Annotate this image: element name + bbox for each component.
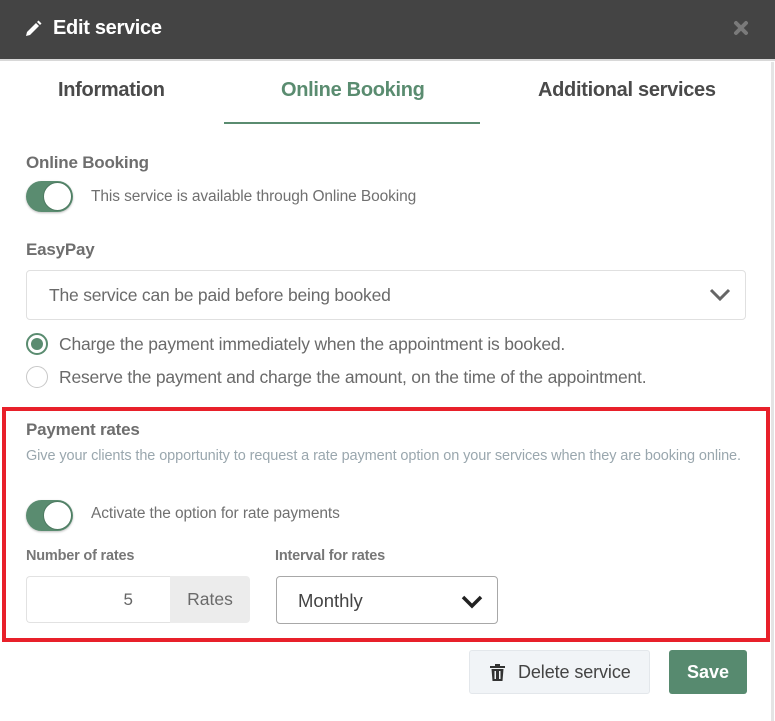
tab-online-booking[interactable]: Online Booking xyxy=(281,79,425,102)
tab-information[interactable]: Information xyxy=(58,79,165,102)
rate-payments-toggle-text: Activate the option for rate payments xyxy=(91,505,340,522)
pencil-icon xyxy=(26,20,42,36)
tab-bar: Information Online Booking Additional se… xyxy=(0,62,770,126)
toggle-knob xyxy=(43,501,72,530)
scrollbar[interactable] xyxy=(771,62,774,721)
rate-payments-toggle[interactable] xyxy=(26,500,73,531)
interval-select[interactable]: Monthly xyxy=(276,576,498,624)
interval-select-value: Monthly xyxy=(298,590,363,611)
online-booking-label: Online Booking xyxy=(26,153,149,172)
number-of-rates-label: Number of rates xyxy=(26,548,135,564)
radio-reserve-payment[interactable] xyxy=(26,366,48,388)
payment-rates-hint: Give your clients the opportunity to req… xyxy=(26,448,741,464)
online-booking-toggle[interactable] xyxy=(26,181,73,212)
easypay-select-value: The service can be paid before being boo… xyxy=(49,285,391,305)
number-of-rates-input[interactable]: 5 xyxy=(26,576,170,623)
toggle-knob xyxy=(43,182,72,211)
online-booking-toggle-text: This service is available through Online… xyxy=(91,188,417,205)
delete-service-label: Delete service xyxy=(518,661,631,682)
tab-additional-services[interactable]: Additional services xyxy=(538,79,716,102)
rates-addon: Rates xyxy=(170,576,250,623)
payment-rates-label: Payment rates xyxy=(26,420,140,439)
radio-reserve-payment-label: Reserve the payment and charge the amoun… xyxy=(59,367,647,387)
chevron-down-icon xyxy=(461,595,483,609)
easypay-label: EasyPay xyxy=(26,240,95,259)
active-tab-indicator xyxy=(224,122,480,124)
delete-service-button[interactable]: Delete service xyxy=(469,650,650,694)
trash-icon xyxy=(490,663,505,681)
easypay-select[interactable]: The service can be paid before being boo… xyxy=(26,270,746,320)
close-icon[interactable] xyxy=(733,20,749,36)
dialog-title: Edit service xyxy=(24,17,162,40)
radio-charge-immediately-label: Charge the payment immediately when the … xyxy=(59,334,566,354)
dialog-header: Edit service xyxy=(0,0,775,61)
dialog-title-text: Edit service xyxy=(53,17,162,39)
radio-charge-immediately[interactable] xyxy=(26,333,48,355)
chevron-down-icon xyxy=(709,288,731,302)
interval-for-rates-label: Interval for rates xyxy=(275,548,386,564)
save-button[interactable]: Save xyxy=(669,650,747,694)
